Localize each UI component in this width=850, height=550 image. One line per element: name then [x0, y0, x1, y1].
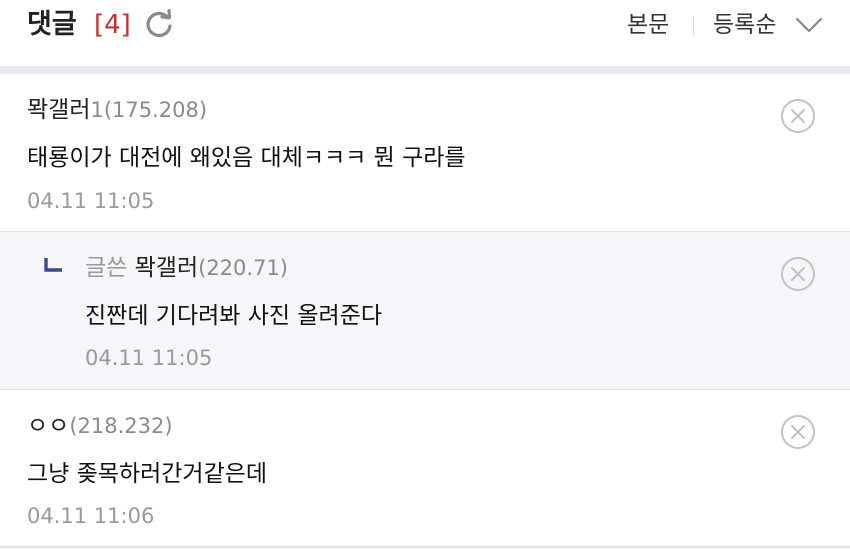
comments-count: [4] [94, 10, 131, 40]
comment-author: 글쓴 뫅갤러(220.71) [85, 252, 288, 284]
comments-header: 댓글 [4] 본문 등록순 [0, 0, 850, 52]
header-separator [0, 66, 850, 74]
comment-item: ㅇㅇ(218.232) 그냥 좆목하러간거같은데 04.11 11:06 [0, 390, 850, 547]
reply-arrow-icon [44, 258, 62, 272]
comment-ip: (175.208) [103, 98, 208, 122]
comment-nickname-suffix: 1 [90, 98, 104, 122]
comment-date: 04.11 11:05 [27, 189, 155, 213]
comment-date: 04.11 11:05 [85, 346, 213, 370]
delete-icon[interactable] [780, 256, 816, 292]
comments-page: 댓글 [4] 본문 등록순 뫅갤러1(175.208) 태룡이가 대전에 왜있음… [0, 0, 850, 550]
delete-icon[interactable] [780, 414, 816, 450]
header-divider [693, 17, 694, 35]
sort-order-button[interactable]: 등록순 [713, 9, 776, 41]
delete-icon[interactable] [780, 98, 816, 134]
reply-item: 글쓴 뫅갤러(220.71) 진짠데 기다려봐 사진 올려준다 04.11 11… [0, 232, 850, 389]
comment-ip: (220.71) [198, 256, 288, 280]
comments-title: 댓글 [27, 9, 77, 40]
comment-text: 그냥 좆목하러간거같은데 [27, 461, 268, 487]
comment-author: ㅇㅇ(218.232) [27, 410, 173, 442]
comment-text: 태룡이가 대전에 왜있음 대체ㅋㅋㅋ 뭔 구라를 [27, 145, 466, 171]
comment-author: 뫅갤러1(175.208) [27, 94, 207, 126]
comment-text: 진짠데 기다려봐 사진 올려준다 [85, 303, 383, 329]
op-tag: 글쓴 [85, 255, 128, 281]
comment-nickname[interactable]: ㅇㅇ [27, 413, 69, 439]
main-post-button[interactable]: 본문 [627, 9, 669, 41]
comment-divider [0, 546, 850, 548]
comment-date: 04.11 11:06 [27, 504, 155, 528]
comment-ip: (218.232) [69, 414, 173, 438]
comment-nickname[interactable]: 뫅갤러 [27, 97, 90, 123]
comment-nickname[interactable]: 뫅갤러 [135, 255, 198, 281]
refresh-icon[interactable] [143, 9, 175, 41]
comment-item: 뫅갤러1(175.208) 태룡이가 대전에 왜있음 대체ㅋㅋㅋ 뭔 구라를 0… [0, 74, 850, 231]
chevron-down-icon[interactable] [795, 14, 823, 36]
